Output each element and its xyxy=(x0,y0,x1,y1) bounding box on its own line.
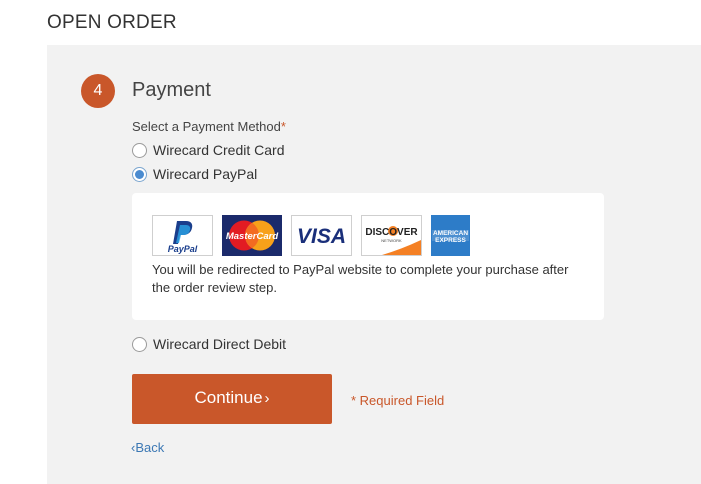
payment-method-label-text: Select a Payment Method xyxy=(132,119,281,134)
card-logos: PayPal MasterCard VISA DISCOVER NETWORK … xyxy=(152,215,470,256)
amex-logo-line1: AMERICAN xyxy=(433,230,468,237)
continue-button-label: Continue xyxy=(194,388,263,407)
method-option-direct-debit[interactable]: Wirecard Direct Debit xyxy=(132,336,286,352)
discover-logo: DISCOVER NETWORK xyxy=(361,215,422,256)
payment-panel: 4 Payment Select a Payment Method* Wirec… xyxy=(47,45,701,484)
page-title: OPEN ORDER xyxy=(47,12,177,33)
method-label-direct-debit: Wirecard Direct Debit xyxy=(153,336,287,352)
paypal-redirect-message: You will be redirected to PayPal website… xyxy=(152,262,569,295)
method-label-paypal: Wirecard PayPal xyxy=(153,166,258,182)
radio-paypal[interactable] xyxy=(132,166,147,182)
required-field-note: * Required Field xyxy=(351,393,445,408)
radio-direct-debit[interactable] xyxy=(132,336,147,352)
discover-logo-subtext: NETWORK xyxy=(381,238,402,243)
paypal-info-box: PayPal MasterCard VISA DISCOVER NETWORK … xyxy=(132,193,604,320)
mastercard-logo: MasterCard xyxy=(222,215,282,256)
paypal-logo: PayPal xyxy=(152,215,213,256)
method-label-credit-card: Wirecard Credit Card xyxy=(153,142,285,158)
chevron-right-icon: › xyxy=(264,390,270,407)
mastercard-logo-text: MasterCard xyxy=(226,231,278,242)
step-number-badge: 4 xyxy=(81,74,115,108)
visa-logo-text: VISA xyxy=(297,225,346,248)
radio-credit-card[interactable] xyxy=(132,142,147,158)
method-option-credit-card[interactable]: Wirecard Credit Card xyxy=(132,142,284,158)
method-option-paypal[interactable]: Wirecard PayPal xyxy=(132,166,257,182)
payment-method-label: Select a Payment Method* xyxy=(132,119,286,134)
paypal-logo-text: PayPal xyxy=(168,244,198,254)
step-title: Payment xyxy=(132,79,211,101)
continue-button[interactable]: Continue › xyxy=(132,374,332,424)
back-link[interactable]: ‹Back xyxy=(131,440,164,455)
amex-logo-line2: EXPRESS xyxy=(435,237,466,244)
amex-logo: AMERICAN EXPRESS xyxy=(431,215,470,256)
back-link-label: Back xyxy=(135,440,165,455)
visa-logo: VISA xyxy=(291,215,352,256)
required-star: * xyxy=(280,119,286,134)
discover-logo-text: DISCOVER xyxy=(365,227,418,238)
